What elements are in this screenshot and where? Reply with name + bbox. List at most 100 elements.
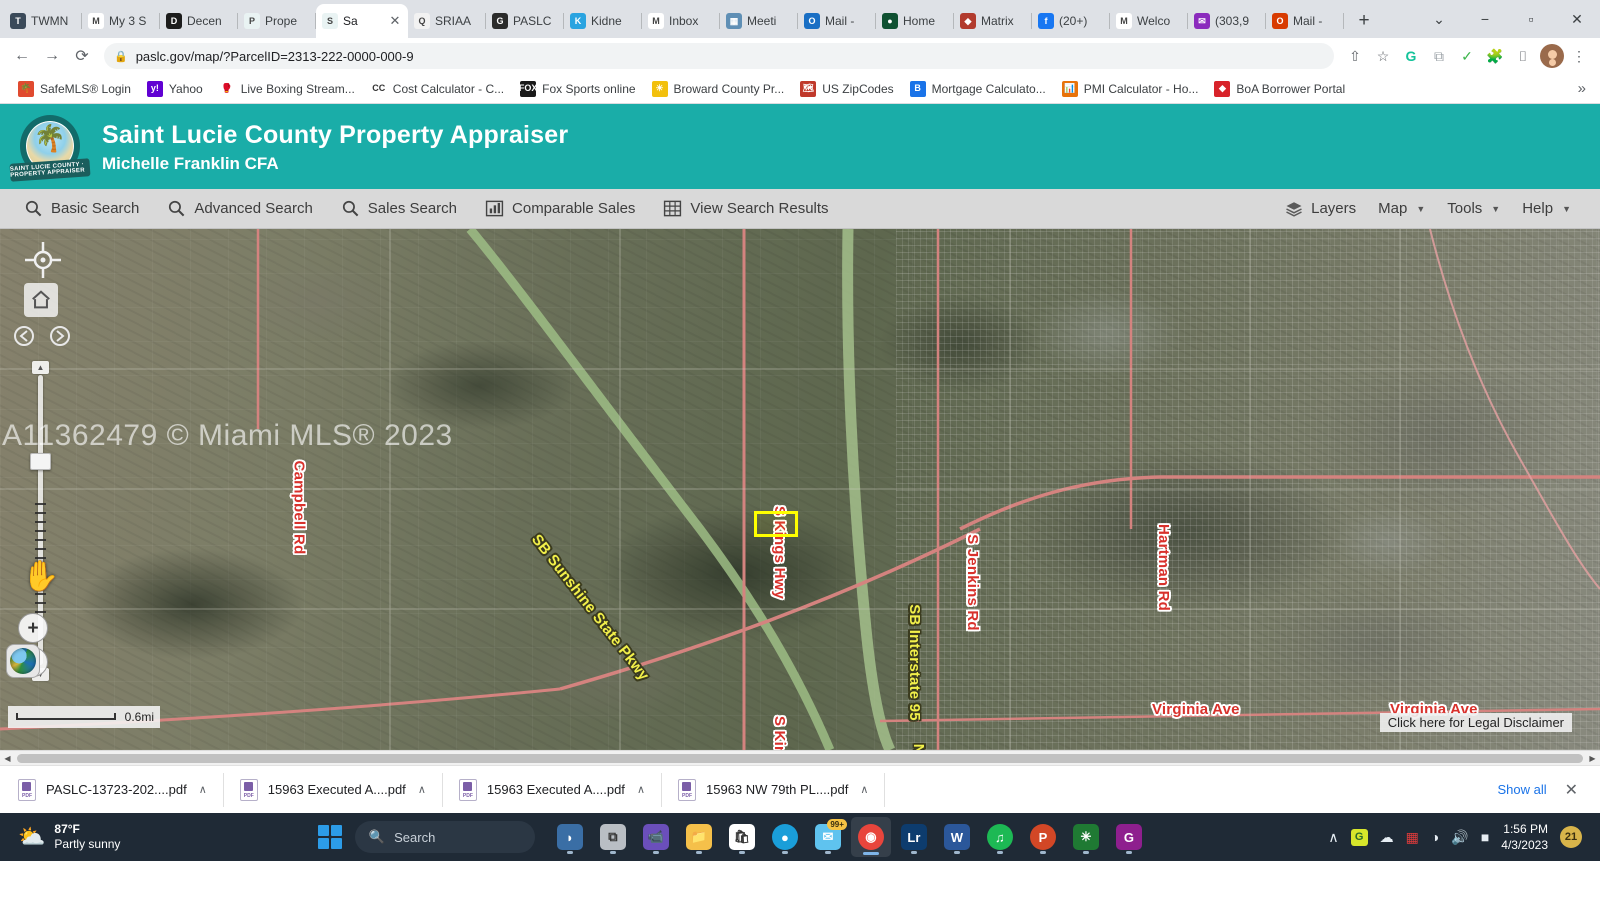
browser-tab-7[interactable]: KKidne <box>564 4 642 38</box>
taskbar-word[interactable]: W <box>937 817 977 857</box>
download-menu-chevron-icon[interactable]: ∧ <box>418 783 426 796</box>
download-menu-chevron-icon[interactable]: ∧ <box>860 783 868 796</box>
browser-tab-13[interactable]: f(20+) <box>1032 4 1110 38</box>
reload-button[interactable]: ⟳ <box>68 42 96 70</box>
download-menu-chevron-icon[interactable]: ∧ <box>637 783 645 796</box>
tray-grammarly-icon[interactable]: G <box>1351 829 1368 846</box>
side-panel-icon[interactable]: ⌷ <box>1510 43 1536 69</box>
bookmark-item-6[interactable]: 🗺US ZipCodes <box>792 78 901 100</box>
tray-calendar-icon[interactable]: ▦ <box>1406 829 1419 846</box>
taskbar-spotify[interactable]: ♫ <box>980 817 1020 857</box>
browser-tab-9[interactable]: ▦Meeti <box>720 4 798 38</box>
grammarly-extension-icon[interactable]: G <box>1398 43 1424 69</box>
taskbar-mail[interactable]: ✉99+ <box>808 817 848 857</box>
scroll-right-arrow[interactable]: ▶ <box>1585 751 1600 766</box>
show-all-downloads-button[interactable]: Show all <box>1485 776 1558 803</box>
nav-item-comparable-sales[interactable]: Comparable Sales <box>471 189 649 228</box>
taskbar-teams[interactable]: 📹 <box>636 817 676 857</box>
bookmark-item-4[interactable]: FOXFox Sports online <box>512 78 643 100</box>
chrome-menu-icon[interactable]: ⋮ <box>1566 43 1592 69</box>
taskbar-microsoft-store[interactable]: 🛍 <box>722 817 762 857</box>
map-horizontal-scrollbar[interactable]: ◀ ▶ <box>0 750 1600 765</box>
browser-tab-0[interactable]: TTWMN <box>4 4 82 38</box>
tray-volume-icon[interactable]: 🔊 <box>1451 829 1468 846</box>
tray-battery-icon[interactable]: ■ <box>1481 829 1489 845</box>
notification-badge[interactable]: 21 <box>1560 826 1582 848</box>
browser-tab-10[interactable]: OMail - <box>798 4 876 38</box>
browser-tab-14[interactable]: MWelco <box>1110 4 1188 38</box>
pan-compass-control[interactable] <box>24 241 62 279</box>
nav-item-sales-search[interactable]: Sales Search <box>327 189 471 228</box>
lastpass-extension-icon[interactable]: ⧉ <box>1426 43 1452 69</box>
bookmark-star-icon[interactable]: ☆ <box>1370 43 1396 69</box>
pan-arrow-controls[interactable] <box>14 321 70 351</box>
download-item-2[interactable]: PDF15963 Executed A....pdf∧ <box>443 773 662 807</box>
taskbar-copilot[interactable]: ◗ <box>550 817 590 857</box>
bookmark-item-1[interactable]: y!Yahoo <box>139 78 211 100</box>
zoom-slider-max-handle[interactable]: ▲ <box>32 361 49 374</box>
taskbar-clock[interactable]: 1:56 PM 4/3/2023 <box>1501 821 1548 853</box>
tab-search-button[interactable]: ⌄ <box>1416 3 1462 35</box>
profile-avatar[interactable] <box>1540 44 1564 68</box>
taskbar-weather-widget[interactable]: ⛅ 87°F Partly sunny <box>8 822 130 852</box>
share-icon[interactable]: ⇧ <box>1342 43 1368 69</box>
browser-tab-3[interactable]: PPrope <box>238 4 316 38</box>
taskbar-search-box[interactable]: 🔍 Search <box>355 821 535 853</box>
map-viewport[interactable]: Campbell RdSB Sunshine State PkwyS Kings… <box>0 229 1600 750</box>
tray-wifi-icon[interactable]: ◑ <box>1431 829 1439 845</box>
basemap-globe-button[interactable] <box>6 644 40 678</box>
browser-tab-16[interactable]: OMail - <box>1266 4 1344 38</box>
nav-item-help[interactable]: Help ▼ <box>1511 200 1582 217</box>
bookmark-item-8[interactable]: 📊PMI Calculator - Ho... <box>1054 78 1207 100</box>
selected-parcel-highlight[interactable] <box>754 511 798 537</box>
browser-tab-15[interactable]: ✉(303,9 <box>1188 4 1266 38</box>
nav-item-map[interactable]: Map ▼ <box>1367 200 1436 217</box>
extensions-puzzle-icon[interactable]: 🧩 <box>1482 43 1508 69</box>
browser-tab-11[interactable]: ●Home <box>876 4 954 38</box>
taskbar-chrome[interactable]: ◉ <box>851 817 891 857</box>
browser-tab-1[interactable]: MMy 3 S <box>82 4 160 38</box>
tray-onedrive-icon[interactable]: ☁ <box>1380 829 1394 846</box>
download-item-3[interactable]: PDF15963 NW 79th PL....pdf∧ <box>662 773 885 807</box>
browser-tab-4[interactable]: SSa✕ <box>316 4 408 38</box>
close-tab-icon[interactable]: ✕ <box>388 14 402 28</box>
browser-tab-12[interactable]: ◆Matrix <box>954 4 1032 38</box>
nav-item-layers[interactable]: Layers <box>1274 200 1367 218</box>
browser-tab-8[interactable]: MInbox <box>642 4 720 38</box>
scroll-thumb[interactable] <box>17 754 1583 763</box>
taskbar-edge[interactable]: ● <box>765 817 805 857</box>
browser-tab-2[interactable]: DDecen <box>160 4 238 38</box>
taskbar-lightroom[interactable]: Lr <box>894 817 934 857</box>
close-downloads-bar-button[interactable]: ✕ <box>1559 780 1588 800</box>
taskbar-powerpoint[interactable]: P <box>1023 817 1063 857</box>
maximize-button[interactable]: ▫ <box>1508 3 1554 35</box>
minimize-button[interactable]: − <box>1462 3 1508 35</box>
download-item-0[interactable]: PDFPASLC-13723-202....pdf∧ <box>12 773 224 807</box>
bookmark-item-9[interactable]: ◆BoA Borrower Portal <box>1206 78 1353 100</box>
taskbar-kx[interactable]: ✳ <box>1066 817 1106 857</box>
address-bar[interactable]: 🔒 paslc.gov/map/?ParcelID=2313-222-0000-… <box>104 43 1334 69</box>
nav-item-tools[interactable]: Tools ▼ <box>1436 200 1511 217</box>
close-window-button[interactable]: ✕ <box>1554 3 1600 35</box>
checkmark-extension-icon[interactable]: ✓ <box>1454 43 1480 69</box>
forward-button[interactable]: → <box>38 42 66 70</box>
zoom-slider-thumb[interactable] <box>30 453 51 470</box>
taskbar-task-view[interactable]: ⧉ <box>593 817 633 857</box>
bookmark-item-3[interactable]: CCCost Calculator - C... <box>363 78 512 100</box>
bookmark-item-2[interactable]: 🥊Live Boxing Stream... <box>211 78 363 100</box>
browser-tab-6[interactable]: GPASLC <box>486 4 564 38</box>
start-button[interactable] <box>318 825 342 849</box>
nav-item-advanced-search[interactable]: Advanced Search <box>153 189 326 228</box>
bookmark-item-0[interactable]: 🌴SafeMLS® Login <box>10 78 139 100</box>
download-item-1[interactable]: PDF15963 Executed A....pdf∧ <box>224 773 443 807</box>
nav-item-view-search-results[interactable]: View Search Results <box>649 189 842 228</box>
bookmarks-overflow-button[interactable]: » <box>1578 80 1590 97</box>
new-tab-button[interactable]: + <box>1350 7 1378 35</box>
legal-disclaimer-link[interactable]: Click here for Legal Disclaimer <box>1380 713 1572 732</box>
browser-tab-5[interactable]: QSRIAA <box>408 4 486 38</box>
taskbar-pdf-g[interactable]: G <box>1109 817 1149 857</box>
download-menu-chevron-icon[interactable]: ∧ <box>199 783 207 796</box>
bookmark-item-5[interactable]: ☀Broward County Pr... <box>644 78 793 100</box>
tray-expand-chevron-icon[interactable]: ∧ <box>1328 829 1338 846</box>
back-button[interactable]: ← <box>8 42 36 70</box>
